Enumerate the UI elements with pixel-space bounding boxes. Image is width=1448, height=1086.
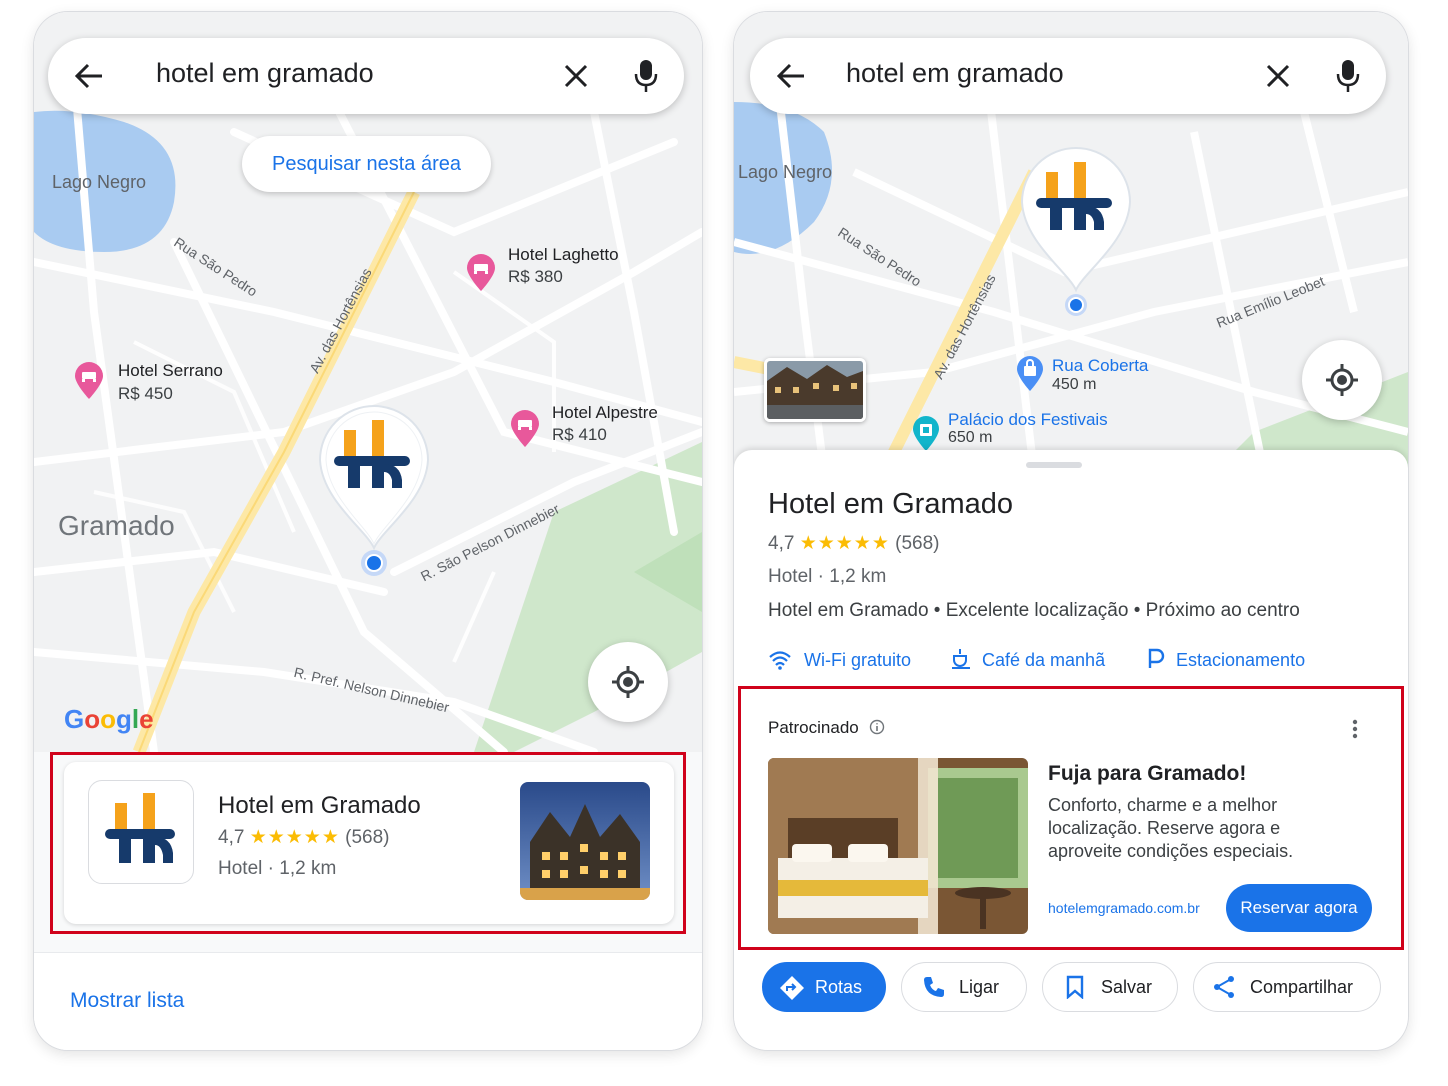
share-label: Compartilhar (1250, 977, 1354, 997)
call-button[interactable]: Ligar (901, 962, 1027, 1012)
hotel-pin-icon[interactable] (74, 362, 104, 400)
search-bar[interactable]: hotel em gramado (750, 38, 1386, 114)
star-rating-icon: ★★★★★ (799, 533, 890, 554)
wifi-icon (769, 651, 791, 670)
parking-icon (1148, 648, 1165, 668)
my-location-button[interactable] (1302, 340, 1382, 420)
hotel-name[interactable]: Hotel Laghetto (508, 244, 619, 265)
hotel-pin-icon[interactable] (510, 410, 540, 448)
category: Hotel (768, 566, 813, 587)
amenity-label: Café da manhã (982, 650, 1106, 670)
poi-distance: 650 m (948, 429, 993, 446)
poi-name[interactable]: Rua Coberta (1052, 356, 1148, 376)
call-label: Ligar (959, 977, 1000, 997)
share-button[interactable]: Compartilhar (1193, 962, 1381, 1012)
rating-value: 4,7 (768, 533, 795, 554)
lake-label: Lago Negro (738, 162, 833, 182)
street-photo-image (767, 361, 863, 419)
shopping-bag-icon[interactable] (1016, 356, 1044, 392)
bottom-sheet: Mostrar lista (34, 952, 702, 1050)
city-label: Gramado (58, 510, 175, 541)
hotel-price: R$ 410 (552, 425, 607, 444)
breakfast-icon (952, 649, 970, 669)
hotel-name[interactable]: Hotel Serrano (118, 360, 223, 381)
my-location-icon (612, 666, 644, 698)
directions-icon (780, 976, 804, 1000)
search-query[interactable]: hotel em gramado (846, 58, 1064, 89)
map-view[interactable]: Lago Negro Rua São Pedro Av. das Hortêns… (734, 12, 1408, 472)
hotel-price: R$ 380 (508, 267, 563, 286)
directions-label: Rotas (815, 977, 863, 997)
place-title: Hotel em Gramado (768, 488, 1013, 520)
google-logo: Google (64, 704, 154, 734)
close-icon[interactable] (1264, 62, 1292, 90)
brand-map-pin-icon[interactable] (1016, 142, 1136, 322)
directions-button[interactable]: Rotas (762, 962, 886, 1012)
my-location-icon (1326, 364, 1358, 396)
review-count[interactable]: (568) (895, 533, 939, 554)
show-list-link[interactable]: Mostrar lista (70, 989, 184, 1013)
arrow-left-icon[interactable] (776, 62, 806, 90)
phone-screen-map-results: Lago Negro Gramado Rua São Pedro Av. das… (34, 12, 702, 1050)
search-query[interactable]: hotel em gramado (156, 58, 374, 89)
map-view[interactable]: Lago Negro Gramado Rua São Pedro Av. das… (34, 12, 702, 752)
mic-icon[interactable] (634, 58, 658, 94)
distance: 1,2 km (829, 566, 887, 587)
street-view-thumbnail[interactable] (764, 358, 866, 422)
hotel-price: R$ 450 (118, 384, 173, 403)
close-icon[interactable] (562, 62, 590, 90)
poi-distance: 450 m (1052, 376, 1097, 393)
amenity-label: Estacionamento (1176, 650, 1306, 670)
lake-label: Lago Negro (52, 172, 147, 192)
separator: · (817, 566, 824, 587)
save-button[interactable]: Salvar (1042, 962, 1178, 1012)
place-description: Hotel em Gramado • Excelente localização… (768, 600, 1300, 621)
search-this-area-button[interactable]: Pesquisar nesta área (242, 136, 492, 192)
map-canvas (34, 12, 702, 752)
poi-name[interactable]: Palácio dos Festivais (948, 410, 1108, 430)
bookmark-icon (1066, 975, 1084, 999)
hotel-pin-icon[interactable] (466, 254, 496, 292)
search-bar[interactable]: hotel em gramado (48, 38, 684, 114)
phone-screen-place-details: Lago Negro Rua São Pedro Av. das Hortêns… (734, 12, 1408, 1050)
save-label: Salvar (1101, 977, 1153, 997)
meta-row: Hotel · 1,2 km (768, 566, 886, 588)
share-icon (1214, 976, 1234, 998)
mic-icon[interactable] (1336, 58, 1360, 94)
highlight-box (738, 686, 1404, 950)
drag-handle[interactable] (1026, 462, 1082, 468)
phone-icon (924, 977, 944, 997)
arrow-left-icon[interactable] (74, 62, 104, 90)
amenity-label: Wi-Fi gratuito (804, 650, 912, 670)
my-location-button[interactable] (588, 642, 668, 722)
film-icon[interactable] (912, 416, 940, 452)
hotel-name[interactable]: Hotel Alpestre (552, 402, 658, 423)
highlight-box (50, 752, 686, 934)
brand-map-pin-icon[interactable] (314, 400, 434, 580)
rating-row: 4,7 ★★★★★ (568) (768, 532, 940, 555)
